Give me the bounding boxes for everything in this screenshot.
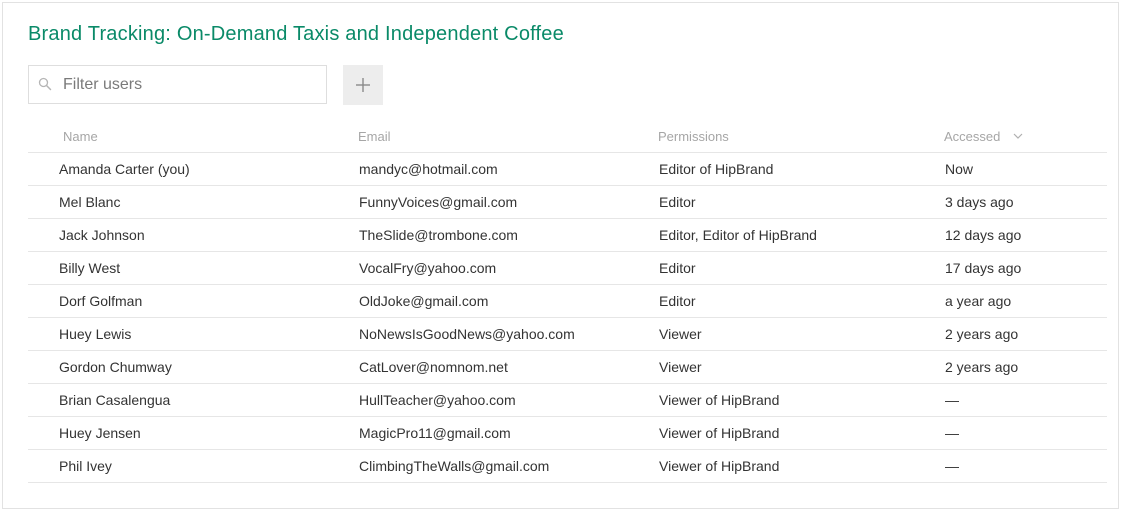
table-row[interactable]: Billy West VocalFry@yahoo.com Editor 17 … — [28, 252, 1107, 285]
filter-users-input[interactable] — [63, 66, 318, 103]
user-name: Billy West — [59, 260, 121, 276]
user-permissions: Editor — [659, 260, 696, 276]
user-email: ClimbingTheWalls@gmail.com — [359, 458, 550, 474]
user-accessed: 17 days ago — [945, 260, 1022, 276]
user-accessed: 12 days ago — [945, 227, 1022, 243]
filter-users-field[interactable] — [28, 65, 327, 104]
user-email: mandyc@hotmail.com — [359, 161, 498, 177]
table-row[interactable]: Jack Johnson TheSlide@trombone.com Edito… — [28, 219, 1107, 252]
user-accessed: 2 years ago — [945, 359, 1019, 375]
user-permissions: Editor of HipBrand — [659, 161, 774, 177]
user-email: TheSlide@trombone.com — [359, 227, 518, 243]
user-permissions: Editor — [659, 194, 696, 210]
user-accessed: a year ago — [945, 293, 1012, 309]
user-permissions: Viewer — [659, 359, 702, 375]
table-row[interactable]: Phil Ivey ClimbingTheWalls@gmail.com Vie… — [28, 450, 1107, 483]
user-email: HullTeacher@yahoo.com — [359, 392, 516, 408]
table-row[interactable]: Huey Lewis NoNewsIsGoodNews@yahoo.com Vi… — [28, 318, 1107, 351]
user-email: CatLover@nomnom.net — [359, 359, 508, 375]
user-name: Huey Lewis — [59, 326, 132, 342]
table-row[interactable]: Mel Blanc FunnyVoices@gmail.com Editor 3… — [28, 186, 1107, 219]
user-name: Huey Jensen — [59, 425, 141, 441]
user-email: OldJoke@gmail.com — [359, 293, 489, 309]
column-header-accessed-label: Accessed — [944, 129, 1001, 144]
add-user-button[interactable] — [343, 65, 383, 105]
table-row[interactable]: Brian Casalengua HullTeacher@yahoo.com V… — [28, 384, 1107, 417]
user-name: Amanda Carter (you) — [59, 161, 190, 177]
plus-icon — [356, 78, 370, 92]
user-permissions: Editor, Editor of HipBrand — [659, 227, 817, 243]
user-name: Gordon Chumway — [59, 359, 172, 375]
page-title: Brand Tracking: On-Demand Taxis and Inde… — [28, 23, 564, 45]
user-permissions: Viewer — [659, 326, 702, 342]
table-header: Name Email Permissions Accessed — [28, 120, 1107, 153]
user-accessed: — — [945, 425, 959, 441]
users-table: Name Email Permissions Accessed Amanda C… — [28, 120, 1107, 483]
search-icon — [38, 77, 52, 91]
user-email: NoNewsIsGoodNews@yahoo.com — [359, 326, 575, 342]
user-name: Mel Blanc — [59, 194, 121, 210]
chevron-down-icon — [1013, 133, 1023, 139]
user-name: Brian Casalengua — [59, 392, 171, 408]
user-accessed: 3 days ago — [945, 194, 1014, 210]
user-permissions: Editor — [659, 293, 696, 309]
user-accessed: Now — [945, 161, 974, 177]
user-name: Jack Johnson — [59, 227, 145, 243]
table-row[interactable]: Amanda Carter (you) mandyc@hotmail.com E… — [28, 153, 1107, 186]
users-panel: Brand Tracking: On-Demand Taxis and Inde… — [2, 2, 1119, 509]
user-email: VocalFry@yahoo.com — [359, 260, 497, 276]
column-header-email[interactable]: Email — [358, 129, 391, 144]
table-row[interactable]: Gordon Chumway CatLover@nomnom.net Viewe… — [28, 351, 1107, 384]
user-email: MagicPro11@gmail.com — [359, 425, 511, 441]
table-row[interactable]: Huey Jensen MagicPro11@gmail.com Viewer … — [28, 417, 1107, 450]
user-accessed: — — [945, 392, 959, 408]
column-header-permissions[interactable]: Permissions — [658, 129, 729, 144]
user-accessed: 2 years ago — [945, 326, 1019, 342]
user-accessed: — — [945, 458, 959, 474]
user-permissions: Viewer of HipBrand — [659, 458, 780, 474]
user-permissions: Viewer of HipBrand — [659, 425, 780, 441]
table-row[interactable]: Dorf Golfman OldJoke@gmail.com Editor a … — [28, 285, 1107, 318]
column-header-accessed[interactable]: Accessed — [944, 129, 1023, 144]
user-permissions: Viewer of HipBrand — [659, 392, 780, 408]
column-header-name[interactable]: Name — [63, 129, 98, 144]
user-name: Dorf Golfman — [59, 293, 143, 309]
user-email: FunnyVoices@gmail.com — [359, 194, 518, 210]
user-name: Phil Ivey — [59, 458, 112, 474]
